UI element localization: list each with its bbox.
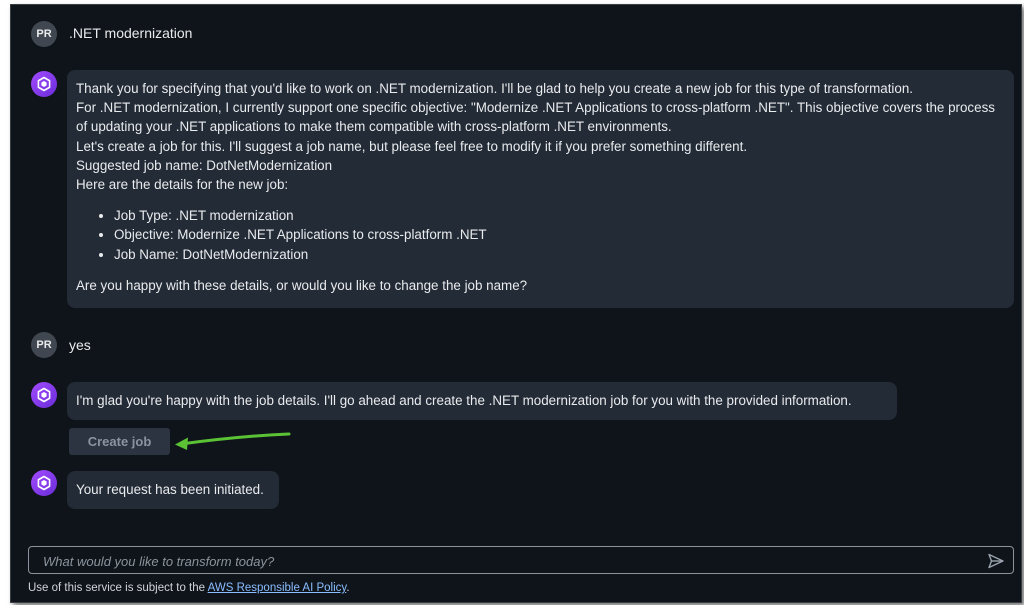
- footer-suffix: .: [346, 582, 350, 594]
- message-line: Are you happy with these details, or wou…: [76, 277, 528, 293]
- user-message: yes: [69, 337, 91, 353]
- message-line: Your request has been initiated.: [76, 482, 264, 497]
- prompt-input[interactable]: [41, 547, 975, 575]
- message-line: Let's create a job for this. I'll sugges…: [76, 138, 748, 154]
- chat-window: PR .NET modernization Thank you for spec…: [10, 4, 1022, 603]
- user-avatar: PR: [31, 332, 57, 358]
- user-initials: PR: [36, 28, 52, 40]
- list-item: Objective: Modernize .NET Applications t…: [114, 225, 1004, 244]
- bot-logo-icon: [37, 76, 51, 92]
- bot-avatar: [31, 382, 57, 408]
- bot-logo-icon: [37, 475, 51, 491]
- message-line: Thank you for specifying that you'd like…: [76, 81, 914, 96]
- bot-avatar: [31, 470, 57, 496]
- footer-text: Use of this service is subject to the: [28, 582, 208, 594]
- bot-message: I'm glad you're happy with the job detai…: [67, 382, 897, 420]
- message-line: I'm glad you're happy with the job detai…: [76, 393, 852, 408]
- user-avatar: PR: [31, 21, 57, 47]
- create-job-button[interactable]: Create job: [69, 428, 170, 455]
- list-item: Job Name: DotNetModernization: [114, 245, 1004, 264]
- bot-message: Your request has been initiated.: [67, 471, 279, 509]
- message-line: For .NET modernization, I currently supp…: [76, 100, 995, 135]
- list-item: Job Type: .NET modernization: [114, 206, 1004, 225]
- send-icon[interactable]: [987, 552, 1005, 570]
- message-line: Here are the details for the new job:: [76, 177, 289, 193]
- user-message: .NET modernization: [69, 25, 193, 41]
- bot-avatar: [31, 71, 57, 97]
- user-initials: PR: [36, 339, 52, 351]
- policy-link[interactable]: AWS Responsible AI Policy: [208, 582, 347, 594]
- footer-disclaimer: Use of this service is subject to the AW…: [28, 582, 350, 594]
- job-details-list: Job Type: .NET modernization Objective: …: [76, 206, 1004, 264]
- bot-logo-icon: [37, 387, 51, 403]
- message-line: Suggested job name: DotNetModernization: [76, 157, 333, 173]
- prompt-input-container: [28, 546, 1014, 575]
- annotation-arrow: [175, 432, 291, 450]
- bot-message: Thank you for specifying that you'd like…: [67, 70, 1014, 308]
